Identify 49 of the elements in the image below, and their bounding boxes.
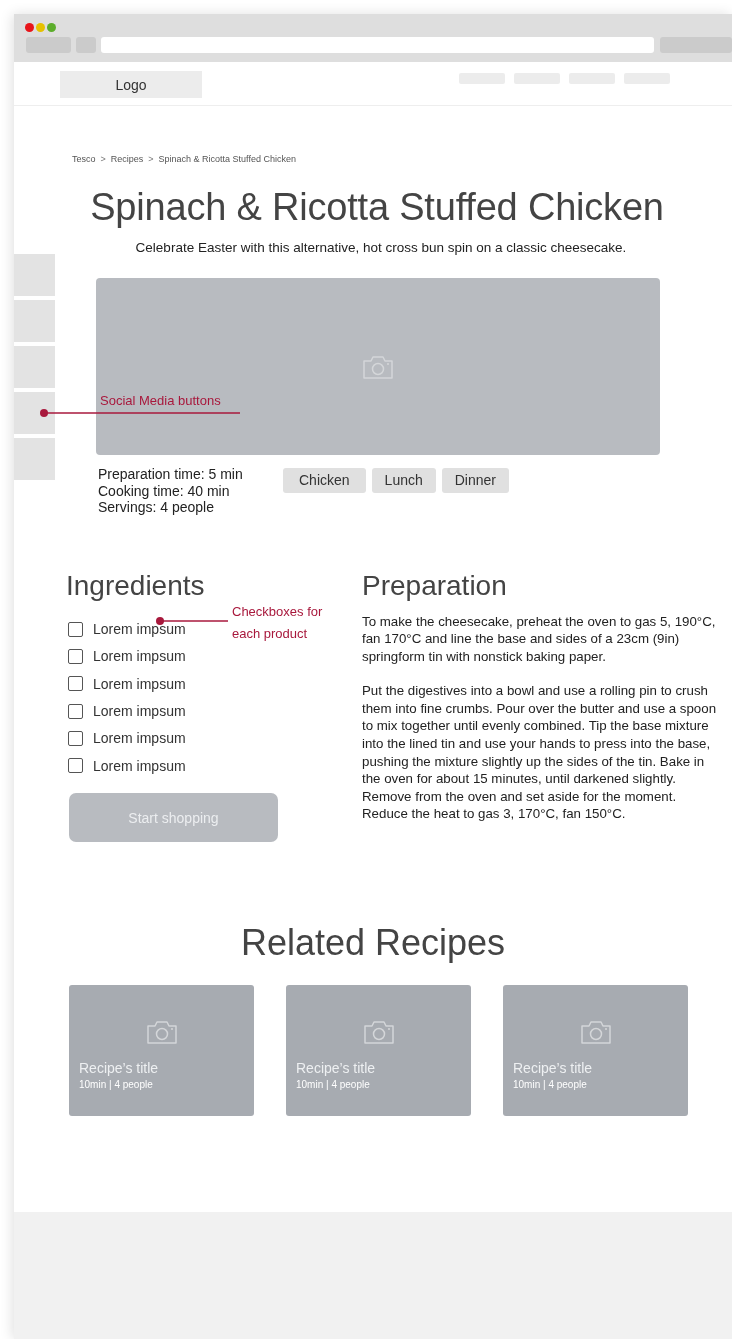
- checkbox[interactable]: [68, 758, 83, 774]
- breadcrumb-item[interactable]: Tesco: [72, 154, 96, 164]
- camera-icon: [145, 1019, 178, 1046]
- camera-icon: [579, 1019, 612, 1046]
- tag[interactable]: Dinner: [441, 468, 509, 493]
- breadcrumb-item: Spinach & Ricotta Stuffed Chicken: [158, 154, 296, 164]
- recipe-meta: 10min | 4 people: [513, 1079, 588, 1091]
- page-title: Spinach & Ricotta Stuffed Chicken: [89, 186, 665, 229]
- camera-icon: [362, 1019, 395, 1046]
- recipe-detail: Preparation time: 5 min: [98, 466, 244, 483]
- section-heading: Ingredients: [66, 569, 206, 602]
- address-field[interactable]: [101, 37, 654, 53]
- ingredient-label: Lorem impsum: [93, 648, 186, 665]
- maximize-dot-icon[interactable]: [47, 23, 56, 32]
- section-heading: Related Recipes: [239, 922, 507, 965]
- annotation-note: Social Media buttons: [100, 393, 221, 408]
- ingredient-label: Lorem impsum: [93, 621, 186, 638]
- annotation-note: Checkboxes for each product: [232, 603, 324, 643]
- recipe-title: Recipe’s title: [296, 1060, 377, 1077]
- social-button[interactable]: [14, 392, 55, 434]
- tag[interactable]: Lunch: [371, 468, 436, 493]
- recipe-detail: Servings: 4 people: [98, 499, 215, 516]
- camera-icon: [362, 353, 394, 380]
- close-dot-icon[interactable]: [25, 23, 34, 32]
- recipe-title: Recipe’s title: [79, 1060, 160, 1077]
- breadcrumb-separator: >: [148, 154, 154, 164]
- ingredient-label: Lorem impsum: [93, 675, 186, 692]
- minimize-dot-icon[interactable]: [36, 23, 45, 32]
- logo[interactable]: Logo: [60, 71, 202, 98]
- recipe-detail: Cooking time: 40 min: [98, 482, 231, 499]
- checkbox[interactable]: [68, 648, 83, 664]
- leader-line: [156, 617, 228, 625]
- checkbox[interactable]: [68, 621, 83, 637]
- ingredient-label: Lorem impsum: [93, 757, 186, 774]
- subtitle: Celebrate Easter with this alternative, hot cross bun spin on a classic cheesecake.: [134, 240, 628, 255]
- tag[interactable]: Chicken: [283, 468, 366, 493]
- ingredient-label: Lorem impsum: [93, 730, 186, 747]
- ingredient-label: Lorem impsum: [93, 703, 186, 720]
- checkbox[interactable]: [68, 730, 83, 746]
- recipe-title: Recipe’s title: [513, 1060, 594, 1077]
- recipe-meta: 10min | 4 people: [79, 1079, 154, 1091]
- checkbox[interactable]: [68, 676, 83, 692]
- recipe-meta: 10min | 4 people: [296, 1079, 371, 1091]
- section-heading: Preparation: [362, 569, 508, 602]
- breadcrumb-separator: >: [100, 154, 106, 164]
- breadcrumb-item[interactable]: Recipes: [110, 154, 144, 164]
- checkbox[interactable]: [68, 703, 83, 719]
- preparation-paragraph: To make the cheesecake, preheat the oven to gas 5, 190°C, fan 170°C and line the base and sides of a 23cm (9in) springform tin with nonstick baking paper.: [362, 612, 717, 666]
- preparation-paragraph: Put the digestives into a bowl and use a rolling pin to crush them into fine crumbs. Pour over the butter and use a spoon to mix together until evenly combined. Tip the base mixture into the lined tin and use your hands to press into the base, pushing the mixture slightly up the sides of the tin. Bake in the oven for about 15 minutes, until darkened slightly. Remove from the oven and set aside for the moment. Reduce the heat to gas 3, 170°C, fan 150°C.: [362, 682, 718, 824]
